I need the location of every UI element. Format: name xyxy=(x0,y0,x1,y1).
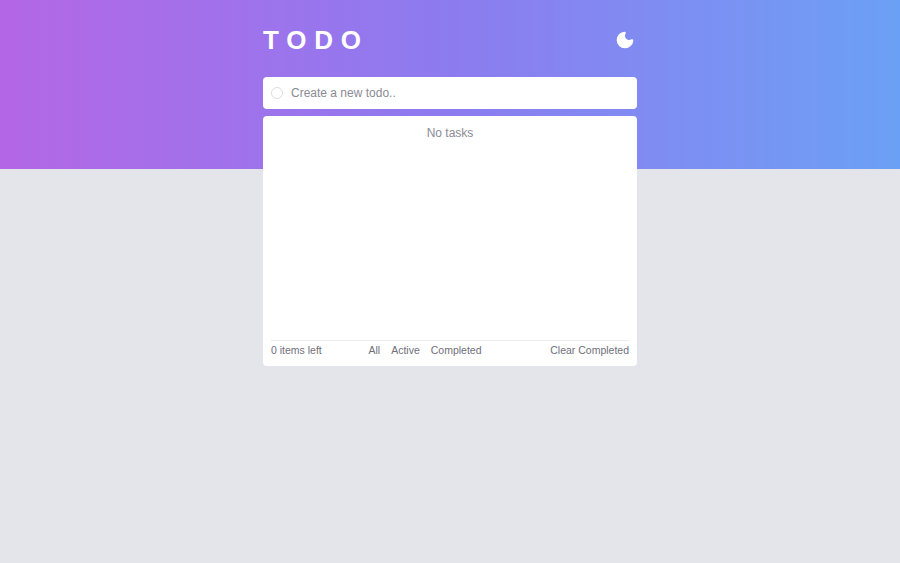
app-title: TODO xyxy=(263,27,369,53)
clear-completed-button[interactable]: Clear Completed xyxy=(532,343,629,359)
list-footer: 0 items leftAll Active Completed Clear Comp… xyxy=(271,340,629,359)
todo-app: TODO No tasks 0 items leftAll Active Complet… xyxy=(0,0,900,563)
filter-group: All Active Completed xyxy=(368,343,481,359)
items-left: 0 items left xyxy=(271,343,368,359)
theme-toggle[interactable] xyxy=(613,28,637,52)
filter-button[interactable]: Completed xyxy=(431,343,482,359)
empty-message: No tasks xyxy=(263,124,637,142)
check-circle-icon[interactable] xyxy=(271,87,283,99)
moon-icon xyxy=(615,30,635,50)
new-todo-input[interactable] xyxy=(291,84,629,102)
filter-button[interactable]: All xyxy=(368,343,380,359)
todo-list-card: No tasks 0 items leftAll Active Completed Cl… xyxy=(263,116,637,366)
new-todo-card xyxy=(263,77,637,109)
filter-button[interactable]: Active xyxy=(391,343,420,359)
header-row: TODO xyxy=(263,22,637,58)
